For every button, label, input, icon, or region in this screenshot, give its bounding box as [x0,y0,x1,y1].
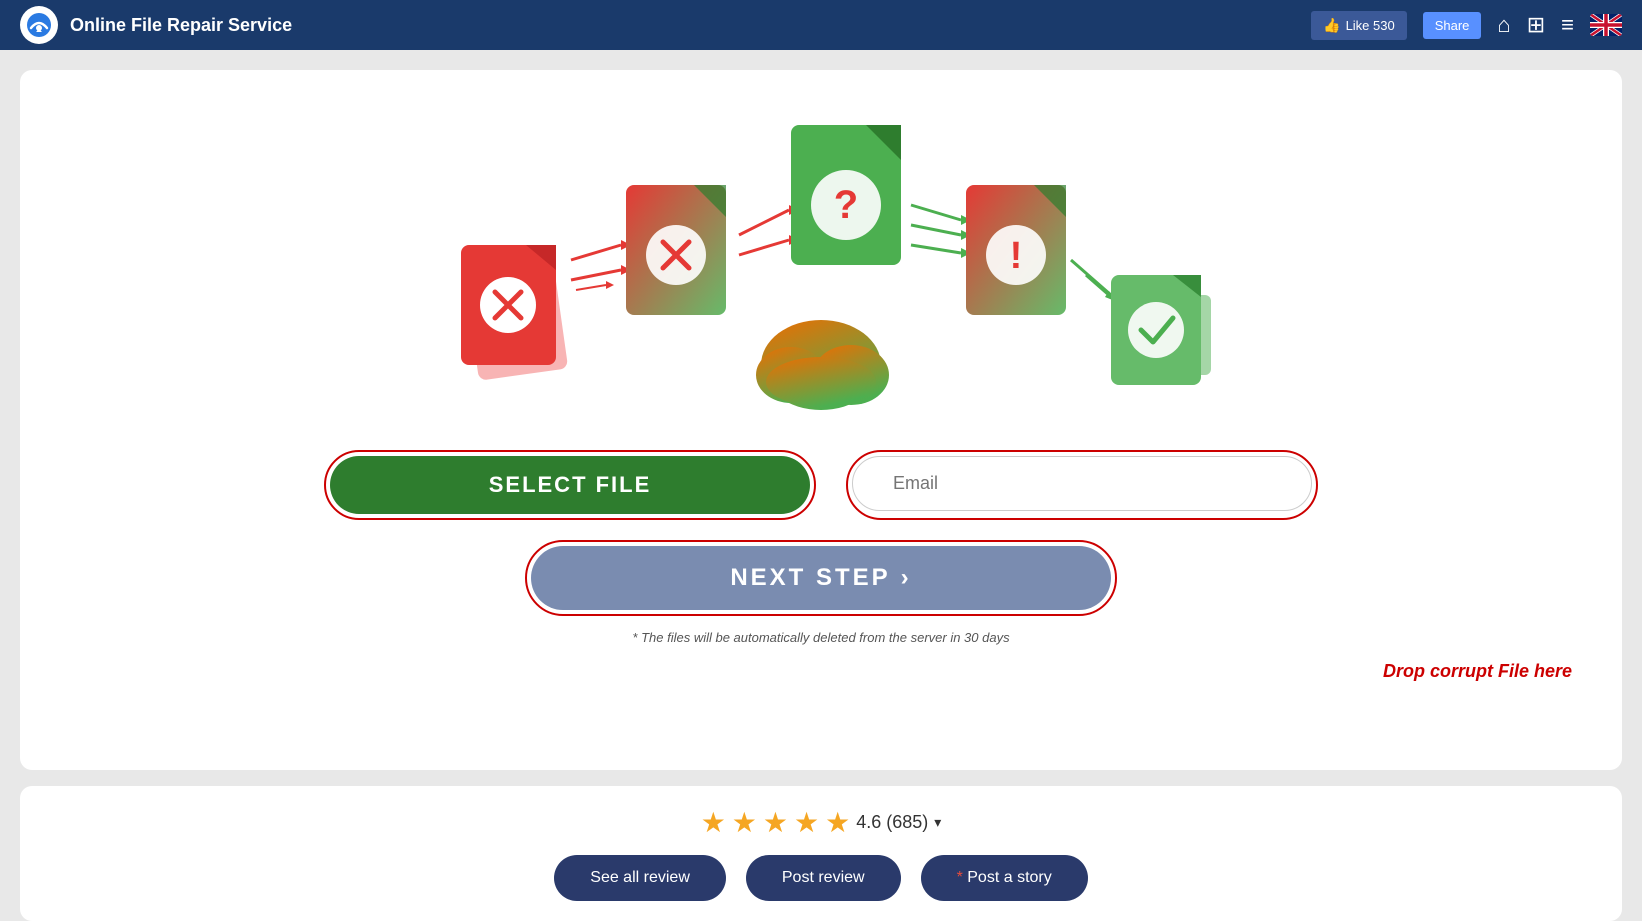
star-5: ★ [825,806,850,839]
star-2: ★ [732,806,757,839]
illustration-area: ? ! [60,100,1582,420]
svg-text:!: ! [1010,235,1023,277]
next-step-label: NEXT STEP [730,564,890,592]
next-step-chevron-icon: › [901,564,912,592]
menu-icon[interactable]: ≡ [1561,12,1574,38]
app-title: Online File Repair Service [70,15,292,36]
rating-dropdown-icon[interactable]: ▾ [934,814,941,831]
drop-hint: Drop corrupt File here [60,661,1582,682]
header-right: 👍 Like 530 Share ⌂ ⊞ ≡ [1311,11,1622,40]
post-review-button[interactable]: Post review [746,855,901,901]
star-4: ★ [794,806,819,839]
select-file-button[interactable]: SELECT FILE [330,456,810,514]
header-left: Online File Repair Service [20,6,292,44]
fb-share-button[interactable]: Share [1423,12,1482,39]
svg-text:?: ? [834,183,858,227]
review-card: ★ ★ ★ ★ ★ 4.6 (685) ▾ See all review Pos… [20,786,1622,921]
see-all-review-button[interactable]: See all review [554,855,726,901]
fb-like-button[interactable]: 👍 Like 530 [1311,11,1407,40]
home-icon[interactable]: ⌂ [1497,12,1510,38]
next-step-outer: NEXT STEP › [525,540,1117,616]
star-3: ★ [763,806,788,839]
form-area: SELECT FILE [60,450,1582,520]
star-1: ★ [701,806,726,839]
next-step-button[interactable]: NEXT STEP › [531,546,1111,610]
select-file-wrapper: SELECT FILE [324,450,816,520]
app-header: Online File Repair Service 👍 Like 530 Sh… [0,0,1642,50]
logo-circle [20,6,58,44]
main-wrapper: ? ! [0,50,1642,921]
post-story-button[interactable]: * Post a story [921,855,1088,901]
email-wrapper [846,450,1318,520]
stars-row: ★ ★ ★ ★ ★ 4.6 (685) ▾ [701,806,942,839]
grid-icon[interactable]: ⊞ [1527,12,1545,38]
auto-delete-note: * The files will be automatically delete… [60,630,1582,645]
email-input[interactable] [852,456,1312,511]
review-buttons: See all review Post review * Post a stor… [554,855,1087,901]
upload-card: ? ! [20,70,1622,770]
rating-text: 4.6 (685) [856,812,928,833]
post-story-label: Post a story [963,869,1052,886]
next-step-wrapper: NEXT STEP › [60,540,1582,616]
language-flag-icon[interactable] [1590,14,1622,36]
